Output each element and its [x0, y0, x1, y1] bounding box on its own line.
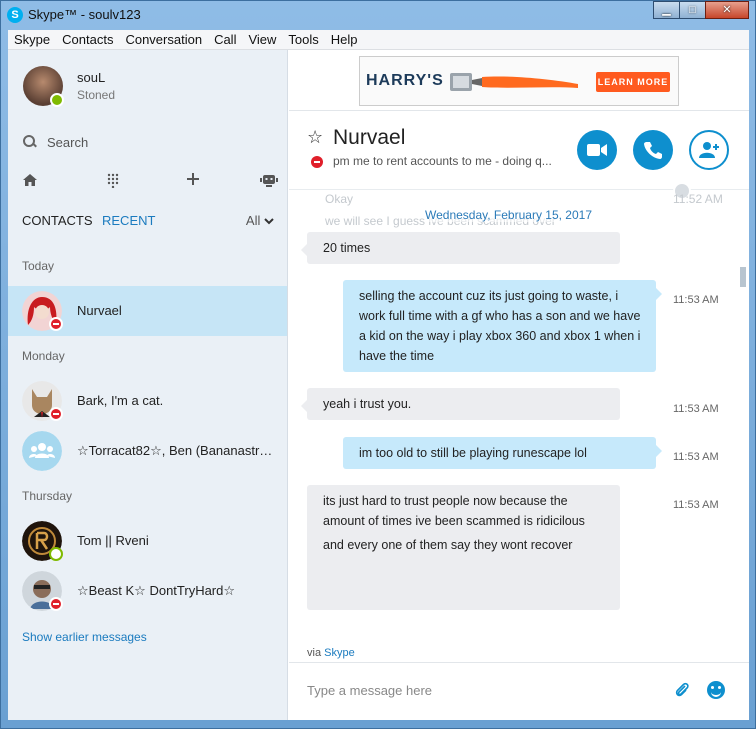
message-timestamp: 11:53 AM — [673, 294, 719, 306]
paperclip-icon[interactable] — [674, 681, 690, 699]
add-participant-button[interactable] — [689, 130, 729, 170]
message-incoming[interactable]: its just hard to trust people now becaus… — [307, 485, 620, 610]
add-person-icon — [699, 142, 719, 158]
filter-dropdown[interactable]: All — [246, 213, 274, 228]
video-call-button[interactable] — [577, 130, 617, 170]
chevron-down-icon — [264, 218, 274, 225]
conversation-name: ☆Beast K☆ DontTryHard☆ — [77, 583, 236, 598]
app-content: souL Stoned Search CONTACTS RECENT All T… — [8, 50, 749, 720]
section-monday: Monday — [22, 349, 65, 363]
scrollbar-thumb[interactable] — [740, 267, 746, 287]
away-status-icon — [49, 547, 63, 561]
favorite-star-icon[interactable]: ☆ — [307, 127, 323, 148]
scrolled-message-time: 11:52 AM — [673, 192, 723, 206]
menu-conversation[interactable]: Conversation — [119, 32, 208, 47]
message-text: im too old to still be playing runescape… — [359, 446, 587, 460]
conversation-name: Nurvael — [77, 303, 122, 318]
home-icon[interactable] — [22, 172, 38, 188]
conversation-item-beast[interactable]: ☆Beast K☆ DontTryHard☆ — [8, 566, 287, 616]
chat-contact-name[interactable]: Nurvael — [333, 126, 405, 150]
maximize-button[interactable]: □ — [679, 1, 706, 19]
skype-logo-icon: S — [7, 7, 23, 23]
message-timestamp: 11:53 AM — [673, 403, 719, 415]
dialpad-icon[interactable] — [106, 172, 120, 188]
message-text: selling the account cuz its just going t… — [359, 289, 641, 363]
dnd-status-icon — [49, 407, 63, 421]
conversation-name: ☆Torracat82☆, Ben (Bananastr… — [77, 443, 273, 458]
plus-icon[interactable] — [186, 172, 200, 186]
sidebar-toolbar — [22, 172, 278, 190]
menu-tools[interactable]: Tools — [282, 32, 324, 47]
search-label: Search — [47, 134, 89, 150]
dnd-status-icon — [49, 597, 63, 611]
message-outgoing[interactable]: selling the account cuz its just going t… — [343, 280, 662, 372]
tab-recent[interactable]: RECENT — [102, 213, 155, 228]
conversation-item-nurvael[interactable]: Nurvael — [8, 286, 287, 336]
via-skype-label: via Skype — [307, 647, 355, 659]
message-text: and every one of them say they wont reco… — [323, 538, 573, 552]
phone-icon — [644, 142, 662, 159]
emoticon-icon[interactable] — [707, 681, 725, 699]
contact-tabs: CONTACTS RECENT All — [22, 213, 274, 231]
profile-name[interactable]: souL — [77, 70, 105, 85]
profile-mood[interactable]: Stoned — [77, 88, 115, 102]
menu-help[interactable]: Help — [325, 32, 364, 47]
conversation-item-bark[interactable]: Bark, I'm a cat. — [8, 376, 287, 426]
show-earlier-messages-link[interactable]: Show earlier messages — [22, 630, 147, 644]
ad-brand: HARRY'S — [366, 72, 444, 89]
menu-contacts[interactable]: Contacts — [56, 32, 119, 47]
skype-window: S Skype™ - soulv123 ▁ □ ✕ Skype Contacts… — [0, 0, 756, 729]
menu-view[interactable]: View — [242, 32, 282, 47]
via-skype-link[interactable]: Skype — [324, 647, 355, 659]
date-separator: Wednesday, February 15, 2017 — [425, 208, 592, 222]
menu-skype[interactable]: Skype — [8, 32, 56, 47]
video-camera-icon — [587, 144, 607, 156]
tab-contacts[interactable]: CONTACTS — [22, 213, 93, 228]
scrolled-message-text: Okay — [325, 192, 354, 206]
message-incoming[interactable]: 20 times — [301, 232, 620, 264]
advertisement-banner[interactable]: HARRY'S LEARN MORE — [359, 56, 679, 106]
filter-label: All — [245, 213, 261, 228]
search-icon — [23, 135, 37, 149]
message-timestamp: 11:53 AM — [673, 451, 719, 463]
conversation-item-tom[interactable]: Tom || Rveni — [8, 516, 287, 566]
message-text: its just hard to trust people now becaus… — [323, 494, 585, 528]
dnd-status-icon — [49, 317, 63, 331]
sidebar: souL Stoned Search CONTACTS RECENT All T… — [8, 50, 288, 720]
bot-icon[interactable] — [260, 172, 278, 188]
group-avatar-icon — [22, 431, 62, 471]
message-timestamp: 11:53 AM — [673, 499, 719, 511]
conversation-name: Bark, I'm a cat. — [77, 393, 164, 408]
audio-call-button[interactable] — [633, 130, 673, 170]
online-status-icon — [50, 93, 64, 107]
via-prefix: via — [307, 647, 322, 659]
message-outgoing[interactable]: im too old to still be playing runescape… — [343, 437, 662, 469]
search-box[interactable]: Search — [23, 132, 88, 152]
window-title: Skype™ - soulv123 — [28, 7, 141, 22]
message-list[interactable]: Okay we will see I guess ive been scamme… — [289, 190, 739, 610]
close-button[interactable]: ✕ — [705, 1, 749, 19]
chat-panel: HARRY'S LEARN MORE ☆ Nurvael pm me to re… — [289, 50, 749, 720]
window-controls: ▁ □ ✕ — [653, 1, 749, 19]
divider — [289, 110, 749, 111]
section-today: Today — [22, 259, 55, 273]
conversation-item-group[interactable]: ☆Torracat82☆, Ben (Bananastr… — [8, 426, 287, 476]
message-text: 20 times — [323, 241, 371, 255]
title-bar[interactable]: S Skype™ - soulv123 ▁ □ ✕ — [1, 1, 755, 29]
contact-mood-text: pm me to rent accounts to me - doing q..… — [333, 154, 552, 168]
conversation-name: Tom || Rveni — [77, 533, 149, 548]
section-thursday: Thursday — [22, 489, 73, 503]
message-incoming[interactable]: yeah i trust you. — [301, 388, 620, 420]
dnd-status-icon — [311, 156, 323, 168]
learn-more-button[interactable]: LEARN MORE — [596, 72, 670, 92]
minimize-button[interactable]: ▁ — [653, 1, 680, 19]
menu-call[interactable]: Call — [208, 32, 242, 47]
menu-bar: Skype Contacts Conversation Call View To… — [8, 30, 749, 50]
message-text: yeah i trust you. — [323, 397, 412, 411]
razor-image — [450, 73, 578, 91]
divider — [289, 662, 749, 663]
message-input[interactable]: Type a message here — [307, 683, 432, 698]
